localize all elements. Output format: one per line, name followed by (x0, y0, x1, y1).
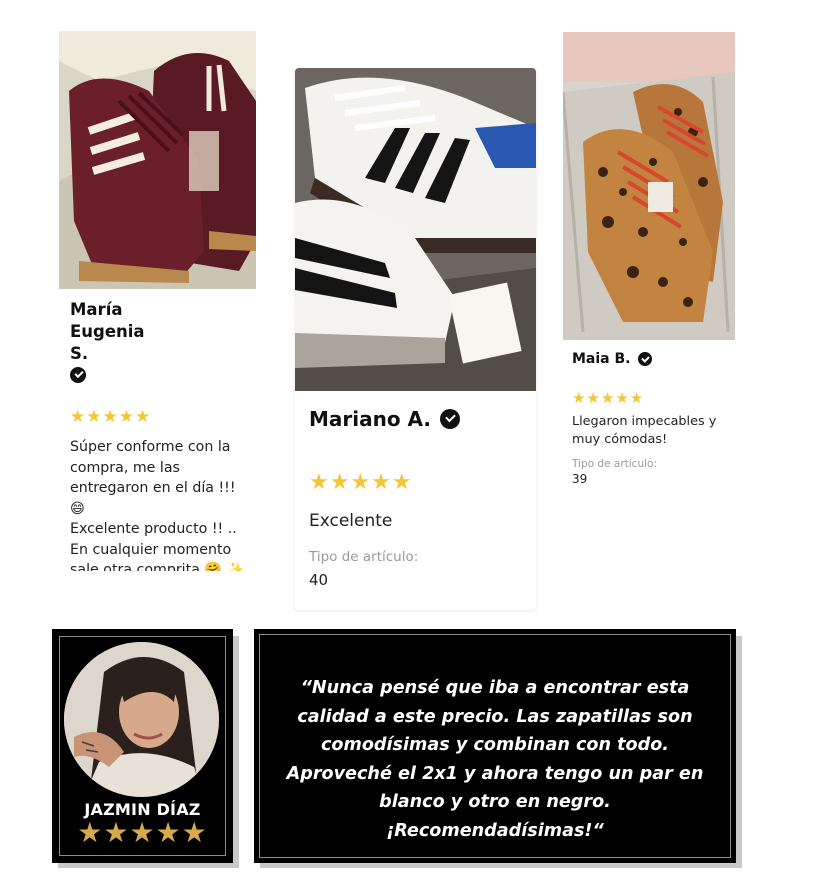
avatar-photo (64, 642, 219, 797)
product-photo-leopard-samba (563, 32, 735, 340)
verified-badge-icon (637, 352, 652, 366)
rating-stars: ★★★★★ (70, 407, 152, 427)
verified-badge-icon (70, 367, 86, 383)
avatar (64, 642, 219, 797)
reviewer-name: María Eugenia S. (70, 299, 246, 383)
product-photo-white-samba (295, 68, 536, 391)
rating-stars: ★★★★★ (572, 389, 645, 407)
testimonial-profile: JAZMIN DÍAZ ★★★★★ (52, 629, 233, 863)
item-type-value: 39 (572, 472, 588, 486)
review-text: Excelente (309, 511, 393, 531)
reviewer-name-text: Maia B. (572, 351, 631, 367)
testimonial-quote: “Nunca pensé que iba a encontrar esta ca… (254, 629, 736, 863)
reviewer-name: Maia B. (572, 349, 726, 369)
product-photo-burgundy-samba (59, 31, 256, 289)
item-type-label: Tipo de artículo: (572, 458, 657, 470)
review-card: María Eugenia S. ★★★★★ Súper conforme co… (59, 31, 256, 571)
review-text: Llegaron impecables y muy cómodas! (572, 414, 717, 447)
verified-badge-icon (440, 409, 461, 429)
reviewer-name-text: María Eugenia S. (70, 300, 145, 363)
item-type-label: Tipo de artículo: (309, 549, 419, 565)
testimonial-stars: ★★★★★ (77, 816, 208, 849)
review-card: Maia B. ★★★★★ Llegaron impecables y muy … (563, 32, 735, 507)
reviewer-name: Mariano A. (309, 406, 522, 432)
reviewer-name-text: Mariano A. (309, 407, 432, 431)
rating-stars: ★★★★★ (309, 470, 413, 495)
review-text: Súper conforme con la compra, me las ent… (70, 439, 245, 571)
quote-text: “Nunca pensé que iba a encontrar esta ca… (286, 678, 704, 841)
review-card: Mariano A. ★★★★★ Excelente Tipo de artíc… (295, 68, 536, 610)
item-type-value: 40 (309, 571, 329, 589)
